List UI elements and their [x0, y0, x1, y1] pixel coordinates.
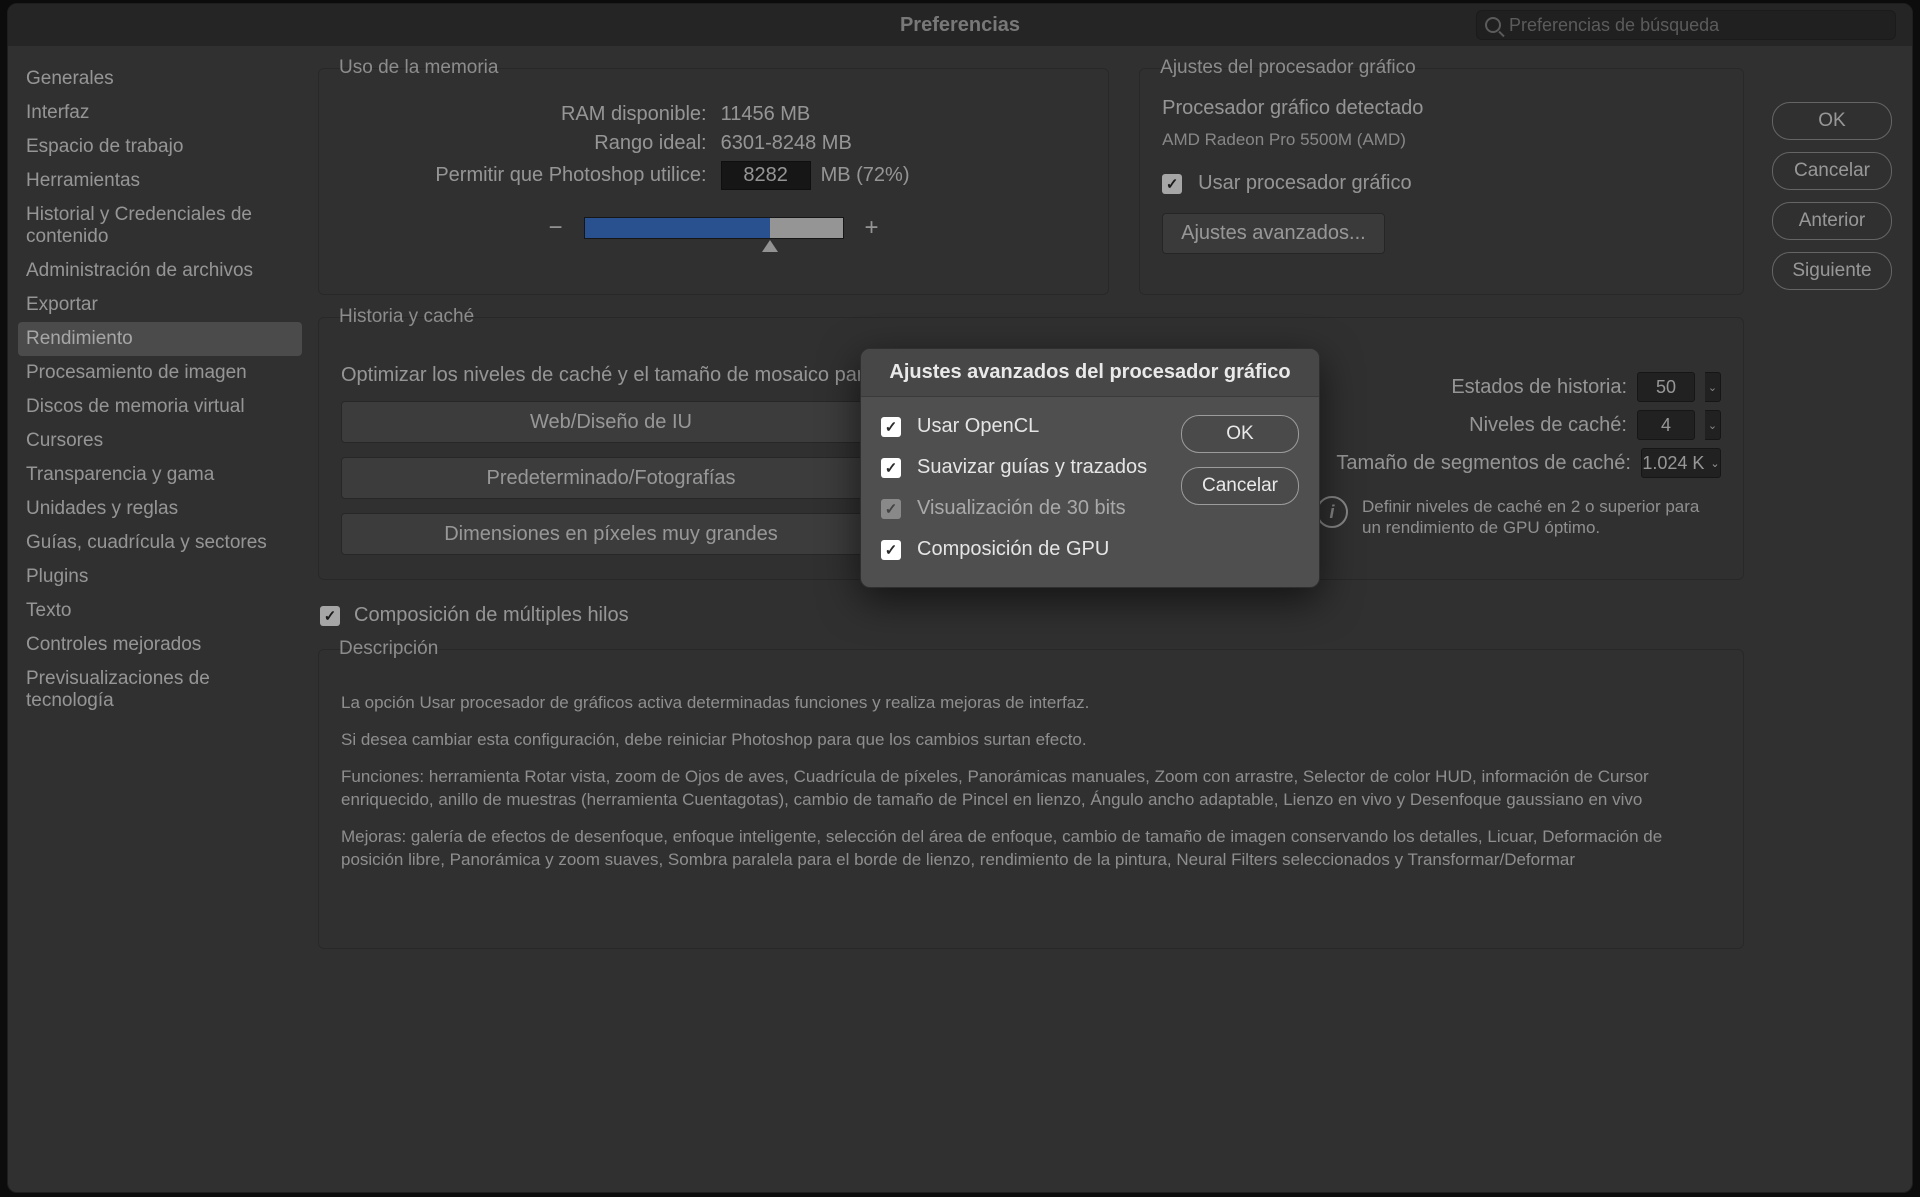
ram-allow-suffix: MB (72%) [821, 164, 910, 187]
use-gpu-checkbox[interactable]: ✓ [1162, 174, 1182, 194]
ram-available-value: 11456 MB [721, 103, 1087, 126]
sidebar-item-type[interactable]: Texto [18, 594, 302, 628]
description-legend: Descripción [335, 638, 442, 660]
window-title: Preferencias [900, 14, 1020, 37]
gpu-advanced-button[interactable]: Ajustes avanzados... [1162, 213, 1385, 254]
history-states-label: Estados de historia: [1451, 376, 1627, 399]
chevron-down-icon: ⌄ [1710, 457, 1719, 470]
tile-size-dropdown[interactable]: 1.024 K ⌄ [1641, 448, 1721, 478]
cache-levels-label: Niveles de caché: [1469, 414, 1627, 437]
description-p1: La opción Usar procesador de gráficos ac… [341, 692, 1721, 715]
sidebar: Generales Interfaz Espacio de trabajo He… [8, 46, 312, 1192]
ram-slider-thumb-icon[interactable] [762, 240, 778, 252]
gpu-detected-label: Procesador gráfico detectado [1162, 97, 1721, 120]
ram-ideal-label: Rango ideal: [341, 132, 707, 155]
sidebar-item-units[interactable]: Unidades y reglas [18, 492, 302, 526]
sidebar-item-enhanced[interactable]: Controles mejorados [18, 628, 302, 662]
ram-decrease-button[interactable]: − [546, 214, 566, 242]
use-gpu-label: Usar procesador gráfico [1198, 172, 1411, 195]
sidebar-item-plugins[interactable]: Plugins [18, 560, 302, 594]
description-fieldset: Descripción La opción Usar procesador de… [318, 649, 1744, 949]
history-legend: Historia y caché [335, 306, 478, 328]
sidebar-item-general[interactable]: Generales [18, 62, 302, 96]
multithread-label: Composición de múltiples hilos [354, 604, 629, 627]
search-icon [1485, 17, 1501, 33]
gpu-advanced-modal: Ajustes avanzados del procesador gráfico… [860, 348, 1320, 588]
ram-ideal-value: 6301-8248 MB [721, 132, 1087, 155]
modal-ok-button[interactable]: OK [1181, 415, 1299, 453]
cache-info-text: Definir niveles de caché en 2 o superior… [1362, 496, 1721, 539]
history-states-input[interactable] [1637, 372, 1695, 402]
30bit-checkbox: ✓ [881, 499, 901, 519]
sidebar-item-tools[interactable]: Herramientas [18, 164, 302, 198]
ram-increase-button[interactable]: + [862, 214, 882, 242]
opencl-checkbox[interactable]: ✓ [881, 417, 901, 437]
smooth-guides-checkbox[interactable]: ✓ [881, 458, 901, 478]
gpu-composition-checkbox[interactable]: ✓ [881, 540, 901, 560]
search-wrap [1476, 10, 1896, 40]
description-p3: Funciones: herramienta Rotar vista, zoom… [341, 766, 1721, 812]
preset-large-button[interactable]: Dimensiones en píxeles muy grandes [341, 513, 881, 555]
sidebar-item-transparency[interactable]: Transparencia y gama [18, 458, 302, 492]
sidebar-item-export[interactable]: Exportar [18, 288, 302, 322]
ram-allow-label: Permitir que Photoshop utilice: [341, 164, 707, 187]
action-column: OK Cancelar Anterior Siguiente [1772, 102, 1892, 290]
sidebar-item-imageprocessing[interactable]: Procesamiento de imagen [18, 356, 302, 390]
sidebar-item-workspace[interactable]: Espacio de trabajo [18, 130, 302, 164]
opencl-label: Usar OpenCL [917, 415, 1039, 438]
cache-levels-dropdown-icon[interactable]: ⌄ [1705, 410, 1721, 440]
titlebar: Preferencias [8, 4, 1912, 46]
sidebar-item-scratchdisks[interactable]: Discos de memoria virtual [18, 390, 302, 424]
memory-fieldset: Uso de la memoria RAM disponible: 11456 … [318, 68, 1109, 295]
history-states-dropdown-icon[interactable]: ⌄ [1705, 372, 1721, 402]
30bit-label: Visualización de 30 bits [917, 497, 1126, 520]
sidebar-item-guides[interactable]: Guías, cuadrícula y sectores [18, 526, 302, 560]
ram-slider-fill [585, 218, 771, 238]
preset-web-button[interactable]: Web/Diseño de IU [341, 401, 881, 443]
ram-allow-input[interactable] [721, 161, 811, 190]
gpu-composition-label: Composición de GPU [917, 538, 1109, 561]
tile-size-value: 1.024 K [1642, 453, 1704, 474]
ok-button[interactable]: OK [1772, 102, 1892, 140]
modal-cancel-button[interactable]: Cancelar [1181, 467, 1299, 505]
preferences-window: Preferencias Generales Interfaz Espacio … [7, 3, 1913, 1193]
gpu-fieldset: Ajustes del procesador gráfico Procesado… [1139, 68, 1744, 295]
sidebar-item-techpreviews[interactable]: Previsualizaciones de tecnología [18, 662, 302, 718]
gpu-legend: Ajustes del procesador gráfico [1156, 57, 1420, 79]
sidebar-item-history[interactable]: Historial y Credenciales de contenido [18, 198, 302, 254]
prev-button[interactable]: Anterior [1772, 202, 1892, 240]
smooth-guides-label: Suavizar guías y trazados [917, 456, 1147, 479]
cancel-button[interactable]: Cancelar [1772, 152, 1892, 190]
sidebar-item-filehandling[interactable]: Administración de archivos [18, 254, 302, 288]
info-icon: i [1316, 496, 1348, 528]
multithread-checkbox[interactable]: ✓ [320, 606, 340, 626]
next-button[interactable]: Siguiente [1772, 252, 1892, 290]
sidebar-item-interface[interactable]: Interfaz [18, 96, 302, 130]
modal-title: Ajustes avanzados del procesador gráfico [861, 349, 1319, 397]
cache-levels-input[interactable] [1637, 410, 1695, 440]
preferences-search-input[interactable] [1501, 11, 1895, 40]
ram-available-label: RAM disponible: [341, 103, 707, 126]
sidebar-item-cursors[interactable]: Cursores [18, 424, 302, 458]
memory-legend: Uso de la memoria [335, 57, 502, 79]
tile-size-label: Tamaño de segmentos de caché: [1336, 452, 1631, 475]
description-p4: Mejoras: galería de efectos de desenfoqu… [341, 826, 1721, 872]
description-p2: Si desea cambiar esta configuración, deb… [341, 729, 1721, 752]
sidebar-item-performance[interactable]: Rendimiento [18, 322, 302, 356]
preset-default-button[interactable]: Predeterminado/Fotografías [341, 457, 881, 499]
gpu-detected-value: AMD Radeon Pro 5500M (AMD) [1162, 130, 1721, 150]
ram-slider[interactable] [584, 217, 844, 239]
